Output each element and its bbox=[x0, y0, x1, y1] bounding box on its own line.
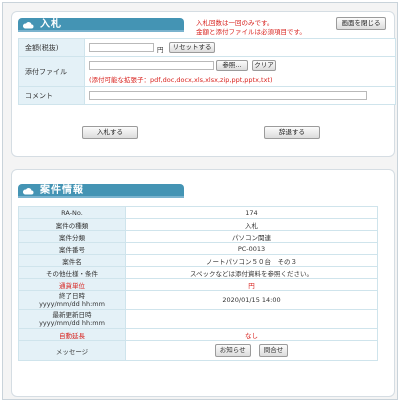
info-row-value: ノートパソコン５０台 その３ bbox=[125, 254, 378, 267]
end-date-value: 2020/01/15 14:00 bbox=[125, 290, 378, 310]
end-date-label-line2: yyyy/mm/dd hh:mm bbox=[39, 300, 105, 308]
comment-cell bbox=[84, 86, 396, 105]
case-info-table: RA-No. 174 案件の種類 入札 案件分類 パソコン関連 案件番号 PC-0013 案件名… bbox=[18, 206, 378, 361]
inquiry-button[interactable]: 問合せ bbox=[258, 344, 289, 357]
updated-label-line1: 最新更新日時 bbox=[52, 311, 92, 319]
info-row-value: 174 bbox=[125, 206, 378, 219]
bid-panel-title: 入札 bbox=[40, 19, 62, 30]
amount-cell: 円 リセットする bbox=[84, 38, 396, 57]
decline-button[interactable]: 辞退する bbox=[264, 126, 320, 139]
info-row-value: スペックなどは添付資料を参照ください。 bbox=[125, 266, 378, 279]
comment-row: コメント bbox=[18, 86, 396, 105]
info-row: 案件分類 パソコン関連 bbox=[18, 230, 378, 243]
close-screen-button[interactable]: 画面を閉じる bbox=[336, 17, 386, 30]
info-row: 案件番号 PC-0013 bbox=[18, 242, 378, 255]
window-frame: 入札 入札回数は一回のみです。 金額と添付ファイルは必須項目です。 画面を閉じる… bbox=[2, 2, 398, 400]
info-row-key: 案件分類 bbox=[18, 230, 126, 243]
updated-row: 最新更新日時 yyyy/mm/dd hh:mm bbox=[18, 309, 378, 329]
notice-button[interactable]: お知らせ bbox=[214, 344, 251, 357]
amount-unit: 円 bbox=[157, 46, 164, 54]
amount-label: 金額(税抜) bbox=[18, 38, 85, 57]
bid-panel: 入札 入札回数は一回のみです。 金額と添付ファイルは必須項目です。 画面を閉じる… bbox=[11, 11, 396, 157]
case-info-panel: 案件情報 RA-No. 174 案件の種類 入札 案件分類 パソコン関連 案件番号 PC-00… bbox=[11, 169, 395, 397]
submit-bid-button[interactable]: 入札する bbox=[82, 126, 138, 139]
bid-notice: 入札回数は一回のみです。 金額と添付ファイルは必須項目です。 bbox=[196, 19, 306, 37]
attachment-row: 添付ファイル 参照... クリア (添付可能な拡張子：pdf,doc,docx,… bbox=[18, 56, 396, 87]
info-row-value: 入札 bbox=[125, 218, 378, 231]
info-row-value: パソコン関連 bbox=[125, 230, 378, 243]
attachment-cell: 参照... クリア (添付可能な拡張子：pdf,doc,docx,xls,xls… bbox=[84, 56, 396, 87]
amount-input[interactable] bbox=[89, 43, 154, 52]
auto-extend-value: なし bbox=[125, 328, 378, 341]
browse-button[interactable]: 参照... bbox=[216, 60, 248, 71]
info-row-key: その他仕様・条件 bbox=[18, 266, 126, 279]
reset-button[interactable]: リセットする bbox=[169, 42, 215, 53]
bid-notice-line1: 入札回数は一回のみです。 bbox=[196, 19, 274, 27]
clear-button[interactable]: クリア bbox=[252, 60, 276, 71]
case-info-header: 案件情報 bbox=[18, 184, 184, 198]
attachment-hint: (添付可能な拡張子：pdf,doc,docx,xls,xlsx,zip,ppt,… bbox=[89, 76, 273, 84]
info-row: RA-No. 174 bbox=[18, 206, 378, 219]
auto-extend-label: 自動延長 bbox=[18, 328, 126, 341]
info-row-key: 案件番号 bbox=[18, 242, 126, 255]
auto-extend-row: 自動延長 なし bbox=[18, 328, 378, 341]
info-row: その他仕様・条件 スペックなどは添付資料を参照ください。 bbox=[18, 266, 378, 279]
info-row-key: RA-No. bbox=[18, 206, 126, 219]
comment-label: コメント bbox=[18, 86, 85, 105]
attachment-label: 添付ファイル bbox=[18, 56, 85, 87]
bid-panel-header: 入札 bbox=[18, 18, 184, 32]
message-label: メッセージ bbox=[18, 340, 126, 361]
info-row: 案件名 ノートパソコン５０台 その３ bbox=[18, 254, 378, 267]
info-row-key: 案件の種類 bbox=[18, 218, 126, 231]
attachment-path-input[interactable] bbox=[89, 61, 214, 70]
info-row-value: 円 bbox=[125, 278, 378, 291]
message-row: メッセージ お知らせ 問合せ bbox=[18, 340, 378, 361]
info-row: 案件の種類 入札 bbox=[18, 218, 378, 231]
amount-row: 金額(税抜) 円 リセットする bbox=[18, 38, 396, 57]
info-row-value: PC-0013 bbox=[125, 242, 378, 255]
case-info-title: 案件情報 bbox=[40, 185, 84, 196]
info-row-key: 案件名 bbox=[18, 254, 126, 267]
end-date-label-line1: 終了日時 bbox=[59, 292, 85, 300]
bid-notice-line2: 金額と添付ファイルは必須項目です。 bbox=[196, 28, 306, 36]
bid-form: 金額(税抜) 円 リセットする 添付ファイル 参照... クリア (添付可能な拡… bbox=[18, 38, 396, 105]
message-cell: お知らせ 問合せ bbox=[125, 340, 378, 361]
comment-input[interactable] bbox=[89, 91, 367, 100]
cloud-icon bbox=[22, 188, 34, 195]
updated-label-line2: yyyy/mm/dd hh:mm bbox=[39, 319, 105, 327]
info-row-key: 通貨単位 bbox=[18, 278, 126, 291]
updated-value bbox=[125, 309, 378, 329]
end-date-label: 終了日時 yyyy/mm/dd hh:mm bbox=[18, 290, 126, 310]
info-row: 通貨単位円 bbox=[18, 278, 378, 291]
updated-label: 最新更新日時 yyyy/mm/dd hh:mm bbox=[18, 309, 126, 329]
end-date-row: 終了日時 yyyy/mm/dd hh:mm 2020/01/15 14:00 bbox=[18, 290, 378, 310]
cloud-icon bbox=[22, 22, 34, 29]
